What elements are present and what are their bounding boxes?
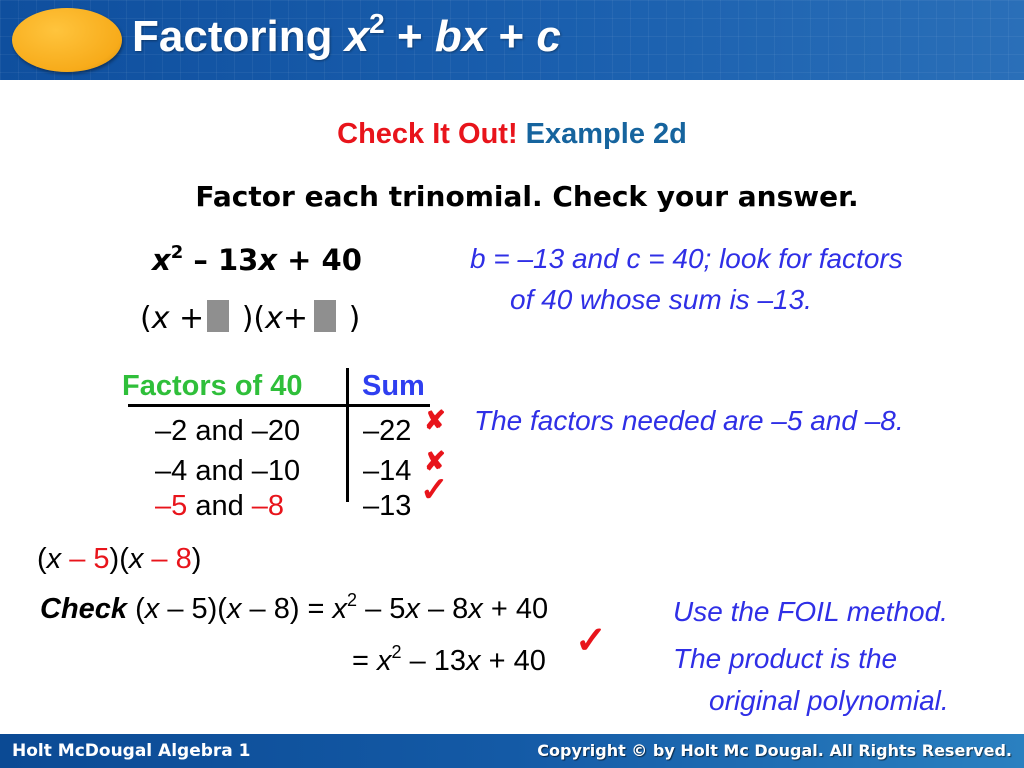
checkmark-icon: ✓: [575, 620, 607, 662]
factor-template: (x + )(x+ ): [140, 300, 361, 336]
trinomial: x2 – 13x + 40: [152, 242, 362, 277]
header-divider: [0, 80, 1024, 84]
table-row-sum: –13: [363, 490, 412, 522]
checkmark-icon: ✓: [420, 471, 449, 509]
table-vertical-rule: [346, 368, 349, 502]
table-row-sum: –22: [363, 415, 412, 447]
table-row-factors: –5 and –8: [155, 490, 285, 522]
title-banner: Factoring x2 + bx + c: [0, 0, 1024, 80]
note-product-line1: The product is the: [673, 643, 898, 674]
instruction-text: Factor each trinomial. Check your answer…: [195, 180, 859, 213]
note-b-c-line2: of 40 whose sum is –13.: [510, 284, 812, 315]
check-line-1: Check (x – 5)(x – 8) = x2 – 5x – 8x + 40: [40, 590, 549, 625]
note-foil: Use the FOIL method.: [673, 596, 948, 627]
table-row-factors: –2 and –20: [155, 415, 301, 447]
table-row-factors: –4 and –10: [155, 455, 301, 487]
note-b-c-line1: b = –13 and c = 40; look for factors: [470, 243, 903, 274]
check-line-2: = x2 – 13x + 40: [352, 642, 546, 677]
logo-ellipse-icon: [12, 8, 122, 72]
example-label: Example 2d: [525, 118, 687, 150]
table-row-sum: –14: [363, 455, 412, 487]
footer-bar: Holt McDougal Algebra 1 Copyright © by H…: [0, 734, 1024, 768]
footer-course-title: Holt McDougal Algebra 1: [12, 741, 251, 761]
blank-box: [314, 300, 337, 332]
table-horizontal-rule: [128, 404, 430, 407]
check-label: Check: [40, 593, 128, 625]
check-it-out-label: Check It Out!: [337, 118, 518, 150]
column-header-sum: Sum: [362, 370, 425, 402]
page-title: Factoring x2 + bx + c: [132, 8, 561, 62]
note-product-line2: original polynomial.: [709, 685, 949, 716]
footer-copyright: Copyright © by Holt Mc Dougal. All Right…: [537, 741, 1012, 760]
example-heading: Check It Out! Example 2d: [0, 118, 1024, 151]
column-header-factors: Factors of 40: [122, 370, 303, 402]
blank-box: [207, 300, 230, 332]
note-factors-needed: The factors needed are –5 and –8.: [474, 405, 904, 436]
x-mark-icon: ✘: [424, 405, 446, 435]
factored-answer: (x – 5)(x – 8): [37, 543, 202, 575]
